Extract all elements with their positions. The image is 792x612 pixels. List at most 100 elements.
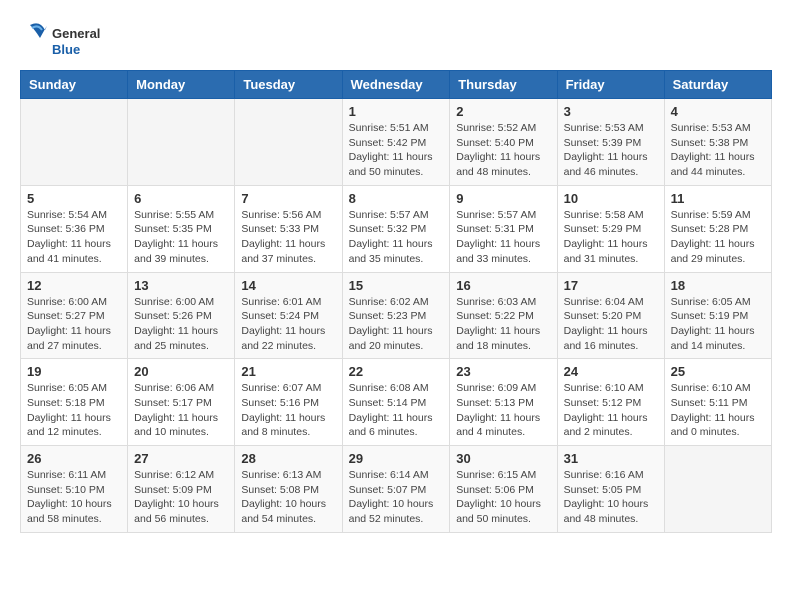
day-number: 23 xyxy=(456,364,550,379)
day-number: 18 xyxy=(671,278,765,293)
day-number: 22 xyxy=(349,364,444,379)
day-info: Sunrise: 6:10 AM Sunset: 5:11 PM Dayligh… xyxy=(671,381,765,440)
day-info: Sunrise: 6:09 AM Sunset: 5:13 PM Dayligh… xyxy=(456,381,550,440)
day-info: Sunrise: 6:12 AM Sunset: 5:09 PM Dayligh… xyxy=(134,468,228,527)
calendar-cell xyxy=(235,99,342,186)
day-info: Sunrise: 6:06 AM Sunset: 5:17 PM Dayligh… xyxy=(134,381,228,440)
calendar-cell: 6Sunrise: 5:55 AM Sunset: 5:35 PM Daylig… xyxy=(128,185,235,272)
calendar-cell: 13 Sunrise: 6:00 AM Sunset: 5:26 PM Dayli… xyxy=(128,272,235,359)
week-row-2: 5 Sunrise: 5:54 AM Sunset: 5:36 PM Daylig… xyxy=(21,185,772,272)
day-info: Sunrise: 6:05 AM Sunset: 5:19 PM Dayligh… xyxy=(671,295,765,354)
day-info: Sunrise: 6:04 AM Sunset: 5:20 PM Dayligh… xyxy=(564,295,658,354)
day-number: 4 xyxy=(671,104,765,119)
day-number: 13 xyxy=(134,278,228,293)
day-info: Sunrise: 5:54 AM Sunset: 5:36 PM Dayligh… xyxy=(27,208,121,267)
calendar-cell: 19 Sunrise: 6:05 AM Sunset: 5:18 PM Dayli… xyxy=(21,359,128,446)
day-number: 11 xyxy=(671,191,765,206)
header-tuesday: Tuesday xyxy=(235,71,342,99)
day-number: 19 xyxy=(27,364,121,379)
day-number: 9 xyxy=(456,191,550,206)
header-saturday: Saturday xyxy=(664,71,771,99)
day-info: Sunrise: 6:16 AM Sunset: 5:05 PM Dayligh… xyxy=(564,468,658,527)
calendar-cell: 4Sunrise: 5:53 AM Sunset: 5:38 PM Daylig… xyxy=(664,99,771,186)
day-info: Sunrise: 6:00 AM Sunset: 5:27 PM Dayligh… xyxy=(27,295,121,354)
week-row-4: 19 Sunrise: 6:05 AM Sunset: 5:18 PM Dayli… xyxy=(21,359,772,446)
calendar-cell: 18 Sunrise: 6:05 AM Sunset: 5:19 PM Dayli… xyxy=(664,272,771,359)
calendar-cell: 5 Sunrise: 5:54 AM Sunset: 5:36 PM Daylig… xyxy=(21,185,128,272)
logo: General Blue xyxy=(20,20,110,60)
calendar-table: SundayMondayTuesdayWednesdayThursdayFrid… xyxy=(20,70,772,533)
day-info: Sunrise: 5:56 AM Sunset: 5:33 PM Dayligh… xyxy=(241,208,335,267)
calendar-cell: 10 Sunrise: 5:58 AM Sunset: 5:29 PM Dayli… xyxy=(557,185,664,272)
day-number: 28 xyxy=(241,451,335,466)
day-info: Sunrise: 5:51 AM Sunset: 5:42 PM Dayligh… xyxy=(349,121,444,180)
day-number: 17 xyxy=(564,278,658,293)
calendar-cell: 2 Sunrise: 5:52 AM Sunset: 5:40 PM Daylig… xyxy=(450,99,557,186)
calendar-cell: 29Sunrise: 6:14 AM Sunset: 5:07 PM Dayli… xyxy=(342,446,450,533)
calendar-cell: 31 Sunrise: 6:16 AM Sunset: 5:05 PM Dayli… xyxy=(557,446,664,533)
calendar-cell: 20 Sunrise: 6:06 AM Sunset: 5:17 PM Dayli… xyxy=(128,359,235,446)
week-row-5: 26 Sunrise: 6:11 AM Sunset: 5:10 PM Dayli… xyxy=(21,446,772,533)
calendar-cell: 16Sunrise: 6:03 AM Sunset: 5:22 PM Dayli… xyxy=(450,272,557,359)
day-number: 14 xyxy=(241,278,335,293)
calendar-cell: 14Sunrise: 6:01 AM Sunset: 5:24 PM Dayli… xyxy=(235,272,342,359)
day-number: 15 xyxy=(349,278,444,293)
day-info: Sunrise: 5:58 AM Sunset: 5:29 PM Dayligh… xyxy=(564,208,658,267)
day-info: Sunrise: 6:11 AM Sunset: 5:10 PM Dayligh… xyxy=(27,468,121,527)
day-info: Sunrise: 6:02 AM Sunset: 5:23 PM Dayligh… xyxy=(349,295,444,354)
calendar-cell: 27 Sunrise: 6:12 AM Sunset: 5:09 PM Dayli… xyxy=(128,446,235,533)
day-info: Sunrise: 5:59 AM Sunset: 5:28 PM Dayligh… xyxy=(671,208,765,267)
day-info: Sunrise: 6:00 AM Sunset: 5:26 PM Dayligh… xyxy=(134,295,228,354)
header-sunday: Sunday xyxy=(21,71,128,99)
svg-text:General: General xyxy=(52,26,100,41)
day-number: 26 xyxy=(27,451,121,466)
day-number: 16 xyxy=(456,278,550,293)
day-info: Sunrise: 5:55 AM Sunset: 5:35 PM Dayligh… xyxy=(134,208,228,267)
day-info: Sunrise: 6:10 AM Sunset: 5:12 PM Dayligh… xyxy=(564,381,658,440)
day-number: 27 xyxy=(134,451,228,466)
calendar-cell: 7 Sunrise: 5:56 AM Sunset: 5:33 PM Daylig… xyxy=(235,185,342,272)
week-row-1: 1 Sunrise: 5:51 AM Sunset: 5:42 PM Daylig… xyxy=(21,99,772,186)
calendar-cell: 15 Sunrise: 6:02 AM Sunset: 5:23 PM Dayli… xyxy=(342,272,450,359)
day-number: 20 xyxy=(134,364,228,379)
calendar-cell: 28 Sunrise: 6:13 AM Sunset: 5:08 PM Dayli… xyxy=(235,446,342,533)
day-number: 8 xyxy=(349,191,444,206)
day-number: 5 xyxy=(27,191,121,206)
day-number: 24 xyxy=(564,364,658,379)
calendar-cell: 17 Sunrise: 6:04 AM Sunset: 5:20 PM Dayli… xyxy=(557,272,664,359)
day-info: Sunrise: 6:15 AM Sunset: 5:06 PM Dayligh… xyxy=(456,468,550,527)
day-info: Sunrise: 6:14 AM Sunset: 5:07 PM Dayligh… xyxy=(349,468,444,527)
header-thursday: Thursday xyxy=(450,71,557,99)
calendar-cell: 12Sunrise: 6:00 AM Sunset: 5:27 PM Dayli… xyxy=(21,272,128,359)
calendar-cell: 22 Sunrise: 6:08 AM Sunset: 5:14 PM Dayli… xyxy=(342,359,450,446)
logo-svg: General Blue xyxy=(20,20,110,60)
calendar-cell: 24 Sunrise: 6:10 AM Sunset: 5:12 PM Dayli… xyxy=(557,359,664,446)
header-friday: Friday xyxy=(557,71,664,99)
calendar-cell: 8Sunrise: 5:57 AM Sunset: 5:32 PM Daylig… xyxy=(342,185,450,272)
day-number: 1 xyxy=(349,104,444,119)
day-info: Sunrise: 5:52 AM Sunset: 5:40 PM Dayligh… xyxy=(456,121,550,180)
calendar-cell: 21Sunrise: 6:07 AM Sunset: 5:16 PM Dayli… xyxy=(235,359,342,446)
calendar-cell: 3Sunrise: 5:53 AM Sunset: 5:39 PM Daylig… xyxy=(557,99,664,186)
weekday-header-row: SundayMondayTuesdayWednesdayThursdayFrid… xyxy=(21,71,772,99)
day-number: 25 xyxy=(671,364,765,379)
svg-text:Blue: Blue xyxy=(52,42,80,57)
page-header: General Blue xyxy=(20,20,772,60)
week-row-3: 12Sunrise: 6:00 AM Sunset: 5:27 PM Dayli… xyxy=(21,272,772,359)
day-info: Sunrise: 6:05 AM Sunset: 5:18 PM Dayligh… xyxy=(27,381,121,440)
calendar-cell: 30Sunrise: 6:15 AM Sunset: 5:06 PM Dayli… xyxy=(450,446,557,533)
day-number: 2 xyxy=(456,104,550,119)
calendar-cell xyxy=(21,99,128,186)
calendar-cell: 9 Sunrise: 5:57 AM Sunset: 5:31 PM Daylig… xyxy=(450,185,557,272)
day-info: Sunrise: 6:08 AM Sunset: 5:14 PM Dayligh… xyxy=(349,381,444,440)
calendar-cell: 23 Sunrise: 6:09 AM Sunset: 5:13 PM Dayli… xyxy=(450,359,557,446)
day-number: 10 xyxy=(564,191,658,206)
day-info: Sunrise: 6:07 AM Sunset: 5:16 PM Dayligh… xyxy=(241,381,335,440)
day-info: Sunrise: 5:57 AM Sunset: 5:31 PM Dayligh… xyxy=(456,208,550,267)
calendar-cell xyxy=(128,99,235,186)
day-number: 7 xyxy=(241,191,335,206)
day-number: 31 xyxy=(564,451,658,466)
day-number: 3 xyxy=(564,104,658,119)
day-info: Sunrise: 6:13 AM Sunset: 5:08 PM Dayligh… xyxy=(241,468,335,527)
header-monday: Monday xyxy=(128,71,235,99)
